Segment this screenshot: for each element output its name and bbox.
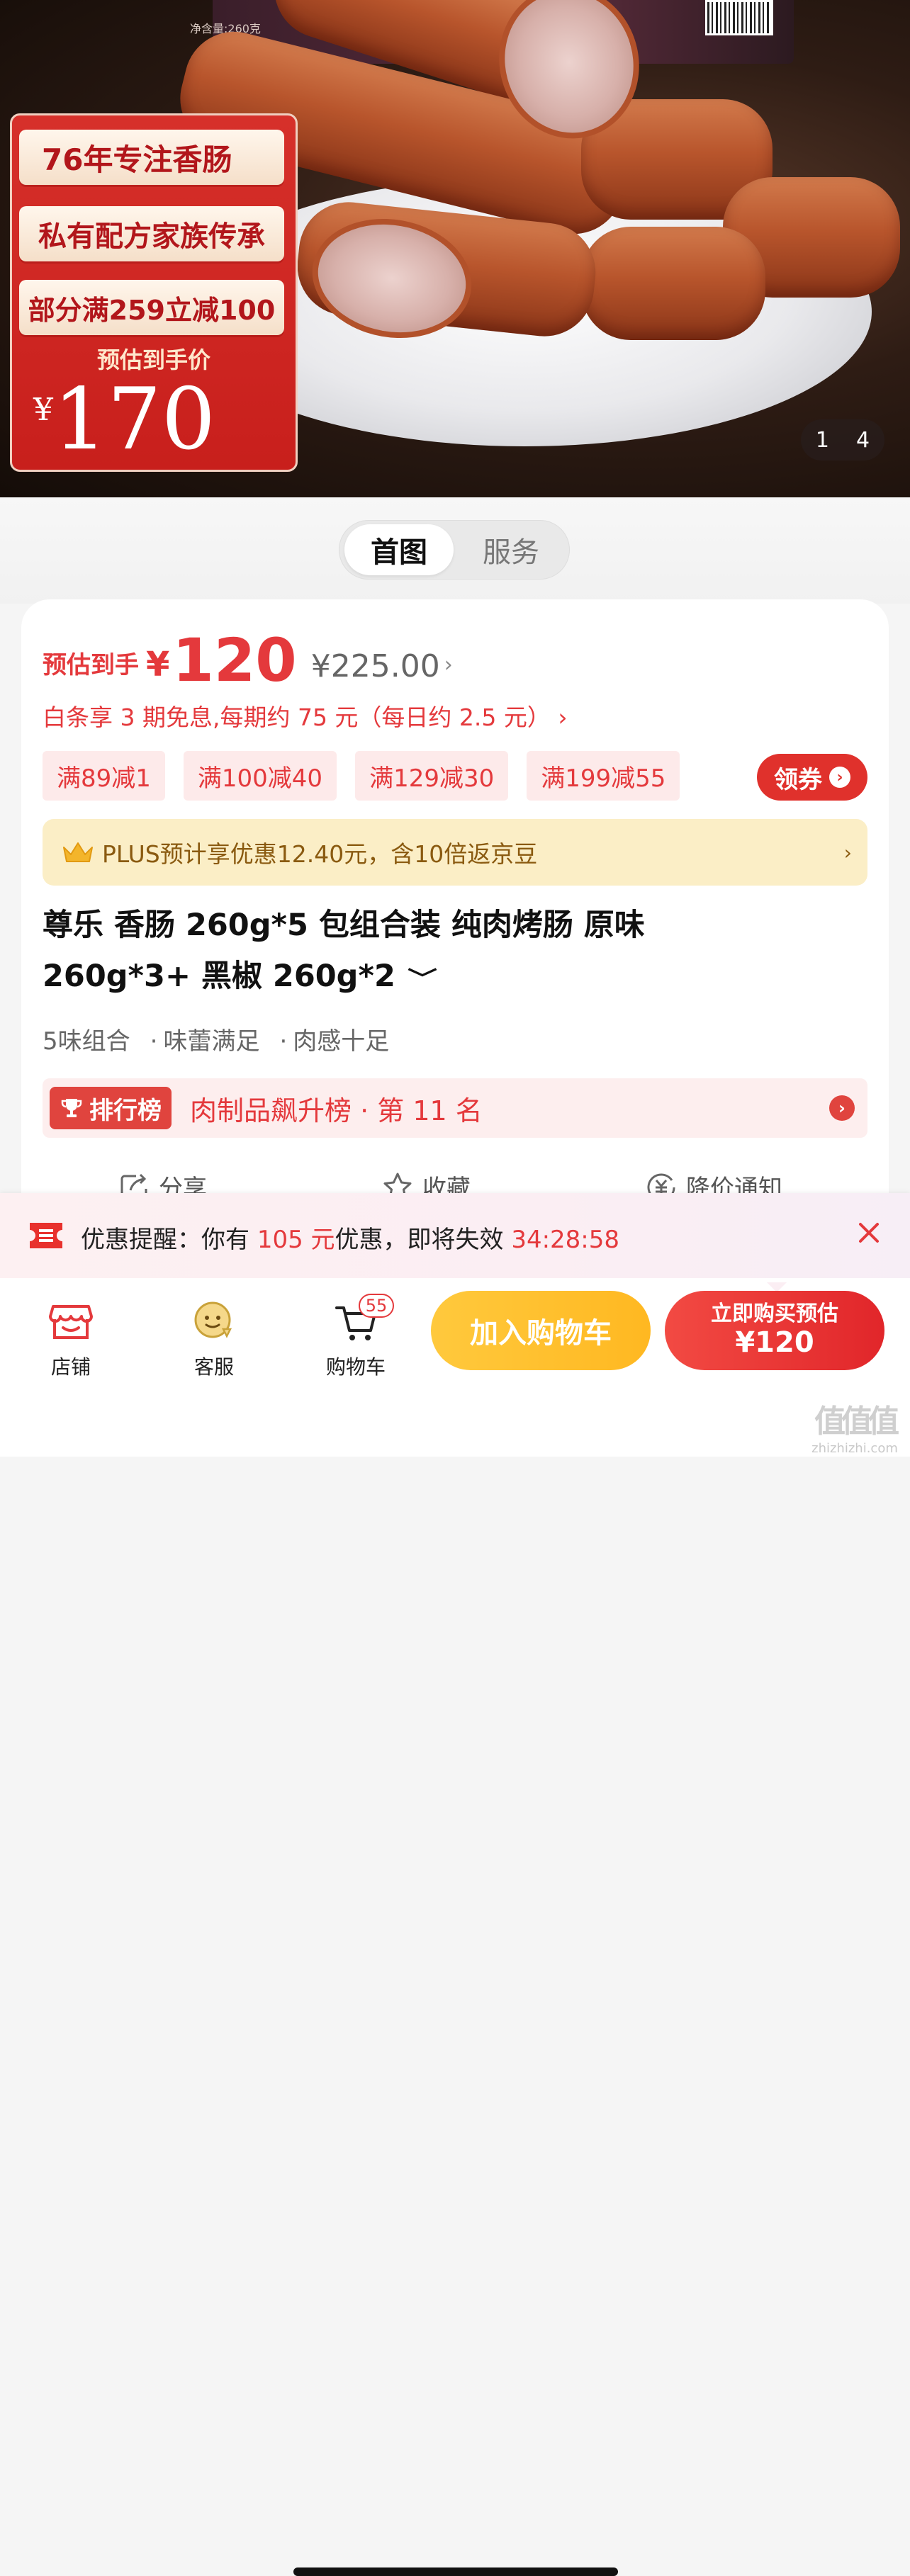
- claim-coupon-button[interactable]: 领券 ›: [757, 754, 867, 801]
- installment-info[interactable]: 白条享 3 期免息,每期约 75 元（每日约 2.5 元） ›: [43, 699, 568, 733]
- image-counter-total: 4: [856, 427, 870, 453]
- product-image-carousel[interactable]: 净含量:260克 76年专注香肠 私有配方家族传承 部分满259立减100 预估…: [0, 0, 910, 497]
- nav-customer-service[interactable]: 客服: [172, 1297, 257, 1380]
- tab-area: 首图 服务: [0, 497, 910, 604]
- tab-switch: 首图 服务: [339, 520, 570, 580]
- nav-store-label: 店铺: [50, 1355, 91, 1379]
- plus-benefit-text: PLUS预计享优惠12.40元，含10倍返京豆: [102, 840, 538, 868]
- buy-now-price: ¥120: [735, 1326, 814, 1360]
- ranking-badge-label: 排行榜: [89, 1096, 162, 1125]
- feature-tag: 肉感十足: [293, 1027, 390, 1056]
- bullet-dot: ·: [150, 1027, 158, 1056]
- estimated-price-label: 预估到手: [43, 651, 139, 679]
- add-to-cart-button[interactable]: 加入购物车: [431, 1291, 651, 1370]
- feature-tag: 味蕾满足: [163, 1027, 260, 1056]
- cart-count-badge: 55: [359, 1294, 394, 1318]
- sausage-illustration: [581, 227, 765, 340]
- claim-coupon-label: 领券: [774, 765, 822, 794]
- promo-price: ¥170: [33, 378, 215, 463]
- arrow-right-circle-icon: ›: [829, 767, 850, 788]
- nav-service-label: 客服: [193, 1355, 234, 1379]
- coupon-ticket-icon: [30, 1223, 62, 1248]
- home-indicator[interactable]: [293, 2567, 618, 2576]
- feature-tags: 5味组合 · 味蕾满足 · 肉感十足: [43, 1022, 389, 1056]
- reminder-middle: 优惠，即将失效: [335, 1226, 512, 1254]
- buy-now-button[interactable]: 立即购买预估 ¥120: [665, 1291, 884, 1370]
- promo-line-3: 部分满259立减100: [19, 280, 284, 335]
- coupon-list: 满89减1 满100减40 满129减30 满199减55: [43, 751, 680, 801]
- nav-store[interactable]: 店铺: [28, 1297, 113, 1380]
- image-counter: 1 4: [801, 419, 884, 461]
- ranking-bar[interactable]: 排行榜 肉制品飙升榜 · 第 11 名 ›: [43, 1078, 867, 1138]
- promo-line-1: 76年专注香肠: [19, 130, 284, 185]
- coupon-tag[interactable]: 满129减30: [355, 751, 509, 801]
- nav-cart[interactable]: 55 购物车: [313, 1294, 398, 1380]
- product-title-line-2: 260g*3+ 黑椒 260g*2: [43, 959, 395, 994]
- coupon-tag[interactable]: 满199减55: [527, 751, 680, 801]
- product-title[interactable]: 尊乐 香肠 260g*5 包组合装 纯肉烤肠 原味 260g*3+ 黑椒 260…: [43, 900, 822, 1005]
- packaging-barcode: [705, 0, 773, 35]
- promo-line-2: 私有配方家族传承: [19, 206, 284, 261]
- feature-tag: 5味组合: [43, 1027, 130, 1056]
- original-price[interactable]: ¥225.00: [311, 648, 440, 684]
- discount-reminder-banner[interactable]: 优惠提醒：你有 105 元优惠，即将失效 34:28:58: [0, 1193, 910, 1278]
- close-icon[interactable]: [853, 1217, 884, 1248]
- ranking-text: 肉制品飙升榜 · 第 11 名: [190, 1095, 483, 1126]
- nav-cart-label: 购物车: [325, 1355, 386, 1379]
- bullet-dot: ·: [279, 1027, 288, 1056]
- crown-icon: [63, 842, 93, 862]
- estimated-price: 120: [172, 626, 297, 695]
- feature-tag-wrap: · 味蕾满足: [150, 1022, 260, 1056]
- chevron-right-icon: ›: [843, 840, 852, 864]
- ranking-badge: 排行榜: [50, 1087, 172, 1129]
- feature-tag-wrap: · 肉感十足: [279, 1022, 389, 1056]
- reminder-text: 优惠提醒：你有 105 元优惠，即将失效 34:28:58: [81, 1220, 619, 1255]
- reminder-prefix: 优惠提醒：你有: [81, 1226, 257, 1254]
- watermark-url: zhizhizhi.com: [811, 1441, 898, 1456]
- image-counter-current: 1: [815, 427, 829, 453]
- arrow-right-circle-icon: ›: [829, 1095, 855, 1121]
- coupon-tag[interactable]: 满100减40: [183, 751, 337, 801]
- reminder-amount: 105 元: [257, 1226, 335, 1254]
- chevron-down-icon[interactable]: ﹀: [408, 954, 437, 1005]
- promo-price-value: 170: [53, 371, 216, 469]
- customer-service-icon: [194, 1301, 232, 1338]
- tab-main-image[interactable]: 首图: [344, 524, 454, 575]
- plus-member-bar[interactable]: PLUS预计享优惠12.40元，含10倍返京豆 ›: [43, 819, 867, 886]
- coupon-tag[interactable]: 满89减1: [43, 751, 165, 801]
- price-currency: ¥: [146, 645, 170, 684]
- tab-service[interactable]: 服务: [456, 524, 566, 575]
- bottom-action-bar: 店铺 客服 55 购物车 加入购物车 立即购买预估 ¥120: [0, 1278, 910, 2576]
- promo-currency: ¥: [33, 392, 53, 428]
- product-title-line-1: 尊乐 香肠 260g*5 包组合装 纯肉烤肠 原味: [43, 908, 645, 943]
- product-title-line-2-wrap: 260g*3+ 黑椒 260g*2 ﹀: [43, 951, 822, 1005]
- watermark-logo: 值值值: [814, 1403, 899, 1440]
- site-watermark: 值值值 zhizhizhi.com: [805, 1396, 904, 1456]
- buy-now-label: 立即购买预估: [711, 1301, 838, 1326]
- chevron-right-icon: ›: [444, 653, 453, 677]
- store-icon: [49, 1305, 93, 1339]
- promo-overlay-card: 76年专注香肠 私有配方家族传承 部分满259立减100 预估到手价 ¥170: [10, 113, 298, 472]
- price-row: 预估到手 ¥ 120 ¥225.00 ›: [43, 626, 453, 690]
- reminder-countdown: 34:28:58: [511, 1226, 620, 1254]
- trophy-icon: [61, 1099, 82, 1117]
